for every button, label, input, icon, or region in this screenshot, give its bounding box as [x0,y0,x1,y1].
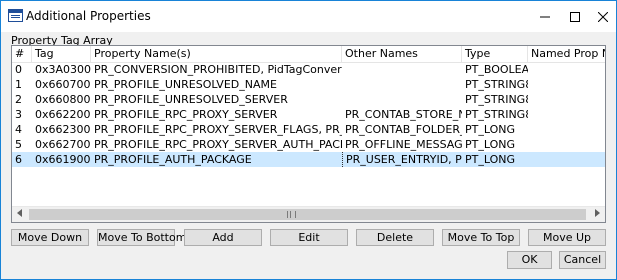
row-tag: 0x6608001E [35,93,91,106]
row-type: PT_STRING8 [465,78,528,91]
property-table[interactable]: # Tag Property Name(s) Other Names Type … [11,45,606,223]
row-other-names: PR_OFFLINE_MESSAGE_... [345,138,462,151]
additional-properties-window: Additional Properties Property Tag Array… [0,0,617,280]
table-row-selected[interactable]: 6 0x66190003 PR_PROFILE_AUTH_PACKAGE PR_… [12,152,605,167]
row-other-names: PR_CONTAB_FOLDER_N... [345,123,462,136]
row-named-prop [528,122,605,137]
row-index: 3 [15,108,22,121]
row-index: 5 [15,138,22,151]
row-tag: 0x3A03000B [35,63,91,76]
minimize-button[interactable] [531,1,559,32]
row-index: 6 [15,153,22,166]
row-tag: 0x6607001E [35,78,91,91]
row-property-name: PR_PROFILE_RPC_PROXY_SERVER_AUTH_PACKAGE… [94,138,342,151]
row-index: 0 [15,63,22,76]
row-index: 1 [15,78,22,91]
column-header-property-names[interactable]: Property Name(s) [91,46,342,62]
row-named-prop [528,92,605,107]
row-type: PT_BOOLEAN [465,63,528,76]
row-type: PT_LONG [465,138,515,151]
row-tag: 0x66190003 [35,153,91,166]
window-icon [8,9,23,22]
table-row[interactable]: 1 0x6607001E PR_PROFILE_UNRESOLVED_NAME … [12,77,605,92]
row-property-name: PR_PROFILE_RPC_PROXY_SERVER_FLAGS, PR_RO… [94,123,342,136]
minimize-icon [540,16,550,17]
move-to-bottom-button[interactable]: Move To Bottom [97,229,186,246]
table-row[interactable]: 0 0x3A03000B PR_CONVERSION_PROHIBITED, P… [12,62,605,77]
table-header: # Tag Property Name(s) Other Names Type … [12,46,605,63]
row-property-name: PR_PROFILE_UNRESOLVED_NAME [94,78,277,91]
ok-button[interactable]: OK [507,251,552,269]
row-other-names: PR_USER_ENTRYID, PidT... [342,152,462,167]
maximize-button[interactable] [561,1,589,32]
cancel-button[interactable]: Cancel [559,251,606,269]
scroll-left-arrow-icon [17,209,22,217]
row-named-prop [528,152,605,167]
row-type: PT_STRING8 [465,93,528,106]
table-row[interactable]: 4 0x66230003 PR_PROFILE_RPC_PROXY_SERVER… [12,122,605,137]
row-other-names: PR_CONTAB_STORE_NA... [345,108,462,121]
row-type: PT_STRING8 [465,108,528,121]
edit-button[interactable]: Edit [270,229,348,246]
row-named-prop [528,107,605,122]
table-row[interactable]: 3 0x6622001E PR_PROFILE_RPC_PROXY_SERVER… [12,107,605,122]
column-header-named-prop-name[interactable]: Named Prop Nam [528,46,605,62]
row-named-prop [528,62,605,77]
title-bar[interactable]: Additional Properties [1,1,616,32]
column-header-type[interactable]: Type [462,46,528,62]
move-down-button[interactable]: Move Down [11,229,89,246]
row-type: PT_LONG [465,153,515,166]
row-type: PT_LONG [465,123,515,136]
column-header-index[interactable]: # [12,46,32,62]
row-index: 4 [15,123,22,136]
scroll-left-button[interactable] [12,207,28,222]
close-icon [597,11,609,22]
horizontal-scrollbar[interactable] [12,206,605,222]
row-other-names [342,77,462,92]
row-tag: 0x66230003 [35,123,91,136]
move-to-top-button[interactable]: Move To Top [442,229,520,246]
window-title: Additional Properties [26,9,151,23]
table-row[interactable]: 5 0x66270003 PR_PROFILE_RPC_PROXY_SERVER… [12,137,605,152]
add-button[interactable]: Add [184,229,262,246]
row-property-name: PR_PROFILE_AUTH_PACKAGE [94,153,252,166]
row-tag: 0x66270003 [35,138,91,151]
row-index: 2 [15,93,22,106]
row-property-name: PR_PROFILE_RPC_PROXY_SERVER [94,108,278,121]
maximize-icon [570,11,580,22]
row-tag: 0x6622001E [35,108,91,121]
scroll-right-arrow-icon [595,209,600,217]
column-header-other-names[interactable]: Other Names [342,46,462,62]
close-button[interactable] [589,1,617,32]
row-other-names [342,92,462,107]
row-property-name: PR_PROFILE_UNRESOLVED_SERVER [94,93,288,106]
row-property-name: PR_CONVERSION_PROHIBITED, PidTagConversi… [94,63,342,76]
row-named-prop [528,77,605,92]
scrollbar-thumb[interactable] [29,209,586,220]
table-row[interactable]: 2 0x6608001E PR_PROFILE_UNRESOLVED_SERVE… [12,92,605,107]
scrollbar-grip-icon [287,211,296,218]
scroll-right-button[interactable] [589,207,605,222]
row-named-prop [528,137,605,152]
row-other-names [342,62,462,77]
column-header-tag[interactable]: Tag [32,46,91,62]
move-up-button[interactable]: Move Up [528,229,606,246]
delete-button[interactable]: Delete [356,229,434,246]
